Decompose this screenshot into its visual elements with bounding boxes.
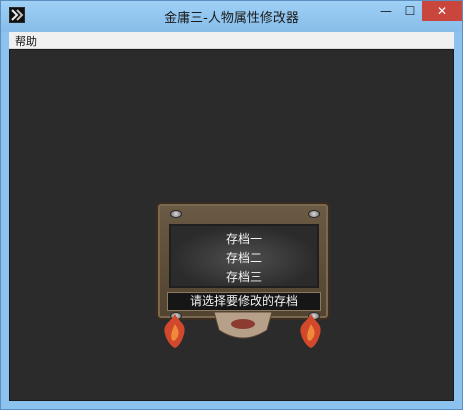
save-slot-1[interactable]: 存档一 (171, 230, 317, 247)
minimize-button[interactable]: — (374, 1, 398, 21)
bolt-icon (308, 210, 320, 218)
slot-panel: 存档一 存档二 存档三 (169, 224, 319, 288)
save-slot-2[interactable]: 存档二 (171, 249, 317, 266)
select-save-prompt: 请选择要修改的存档 (167, 292, 321, 311)
save-select-sign: 存档一 存档二 存档三 请选择要修改的存档 (156, 202, 330, 362)
save-slot-3[interactable]: 存档三 (171, 268, 317, 285)
title-bar[interactable]: 金庸三-人物属性修改器 — ☐ ✕ (1, 1, 462, 32)
menu-item-help[interactable]: 帮助 (15, 33, 37, 49)
wooden-board: 存档一 存档二 存档三 请选择要修改的存档 (156, 202, 330, 320)
demon-mask-emblem (213, 312, 273, 339)
app-window: 金庸三-人物属性修改器 — ☐ ✕ 帮助 存档一 存档二 存档三 请选择要修改的… (0, 0, 463, 410)
bolt-icon (170, 210, 182, 218)
maximize-button[interactable]: ☐ (398, 1, 422, 21)
menu-bar: 帮助 (9, 32, 454, 49)
flame-icon (164, 314, 185, 348)
close-button[interactable]: ✕ (422, 1, 462, 21)
client-area: 存档一 存档二 存档三 请选择要修改的存档 (9, 49, 454, 401)
flame-icon (300, 314, 321, 348)
